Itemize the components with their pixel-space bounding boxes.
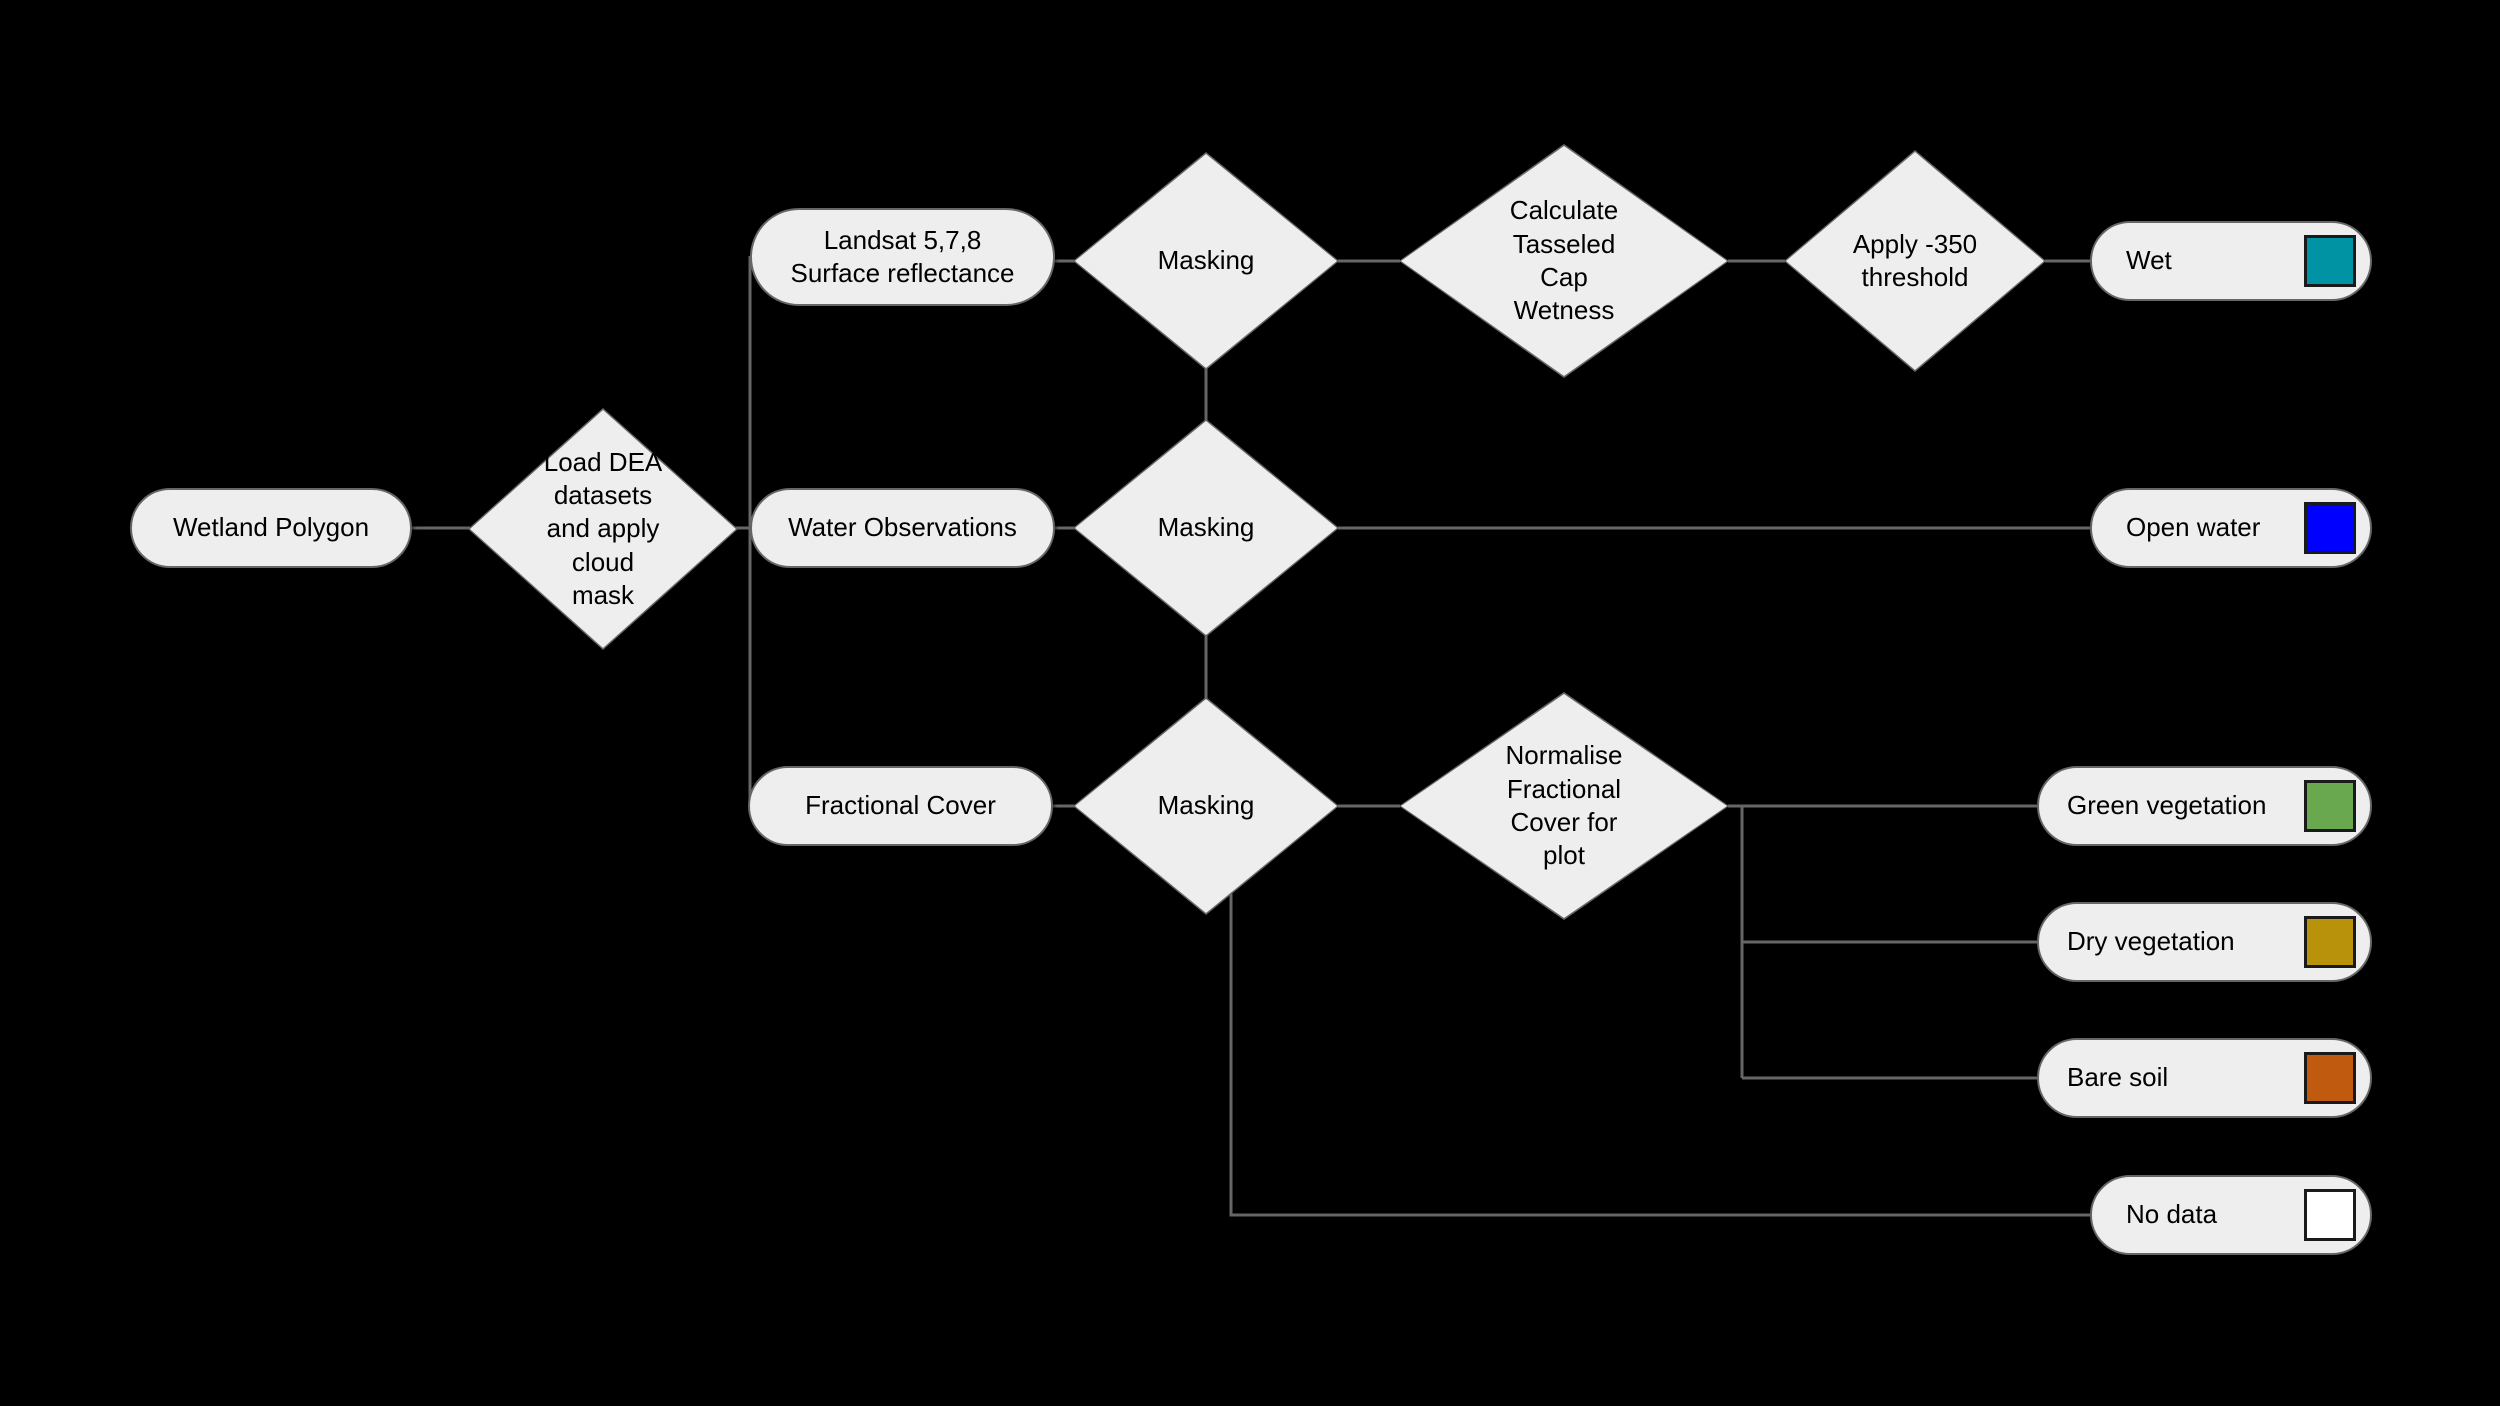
output-open-water-swatch	[2304, 502, 2356, 554]
node-masking-bottom-label: Masking	[1157, 790, 1255, 821]
node-fractional-cover-label: Fractional Cover	[805, 790, 996, 821]
output-green-vegetation-swatch	[2304, 780, 2356, 832]
output-open-water[interactable]: Open water	[2090, 488, 2372, 568]
node-landsat-label: Landsat 5,7,8 Surface reflectance	[790, 224, 1015, 288]
output-bare-soil-swatch	[2304, 1052, 2356, 1104]
node-masking-mid[interactable]: Masking	[1073, 419, 1339, 637]
output-no-data-label: No data	[2126, 1199, 2218, 1230]
node-apply-threshold-label: Apply -350 threshold	[1852, 228, 1978, 292]
node-load-dea-datasets[interactable]: Load DEA datasets and apply cloud mask	[468, 408, 738, 650]
output-bare-soil[interactable]: Bare soil	[2037, 1038, 2372, 1118]
edge-masking-to-nodata	[1229, 884, 2090, 1217]
node-load-dea-label: Load DEA datasets and apply cloud mask	[543, 446, 663, 610]
node-fractional-cover[interactable]: Fractional Cover	[748, 766, 1053, 846]
node-masking-bottom[interactable]: Masking	[1073, 697, 1339, 915]
output-green-vegetation-label: Green vegetation	[2067, 790, 2267, 821]
node-normalise-label: Normalise Fractional Cover for plot	[1505, 740, 1623, 871]
node-water-observations-label: Water Observations	[788, 512, 1017, 543]
node-landsat-surface-reflectance[interactable]: Landsat 5,7,8 Surface reflectance	[750, 208, 1055, 306]
node-tasseled-cap-label: Calculate Tasseled Cap Wetness	[1509, 195, 1619, 326]
output-bare-soil-label: Bare soil	[2067, 1062, 2169, 1093]
node-masking-mid-label: Masking	[1157, 512, 1255, 543]
node-masking-top[interactable]: Masking	[1073, 152, 1339, 370]
output-wet[interactable]: Wet	[2090, 221, 2372, 301]
output-open-water-label: Open water	[2126, 512, 2261, 543]
node-water-observations[interactable]: Water Observations	[750, 488, 1055, 568]
output-dry-vegetation-swatch	[2304, 916, 2356, 968]
output-no-data-swatch	[2304, 1189, 2356, 1241]
node-calculate-tasseled-cap-wetness[interactable]: Calculate Tasseled Cap Wetness	[1399, 144, 1729, 378]
flowchart-canvas: Wetland Polygon Load DEA datasets and ap…	[0, 0, 2500, 1406]
output-no-data[interactable]: No data	[2090, 1175, 2372, 1255]
output-wet-swatch	[2304, 235, 2356, 287]
node-wetland-polygon[interactable]: Wetland Polygon	[130, 488, 412, 568]
output-wet-label: Wet	[2126, 245, 2172, 276]
output-dry-vegetation-label: Dry vegetation	[2067, 926, 2235, 957]
output-green-vegetation[interactable]: Green vegetation	[2037, 766, 2372, 846]
output-dry-vegetation[interactable]: Dry vegetation	[2037, 902, 2372, 982]
node-normalise-fractional-cover[interactable]: Normalise Fractional Cover for plot	[1399, 692, 1729, 920]
node-masking-top-label: Masking	[1157, 245, 1255, 276]
node-apply-threshold[interactable]: Apply -350 threshold	[1784, 150, 2046, 372]
node-wetland-polygon-label: Wetland Polygon	[172, 512, 370, 543]
